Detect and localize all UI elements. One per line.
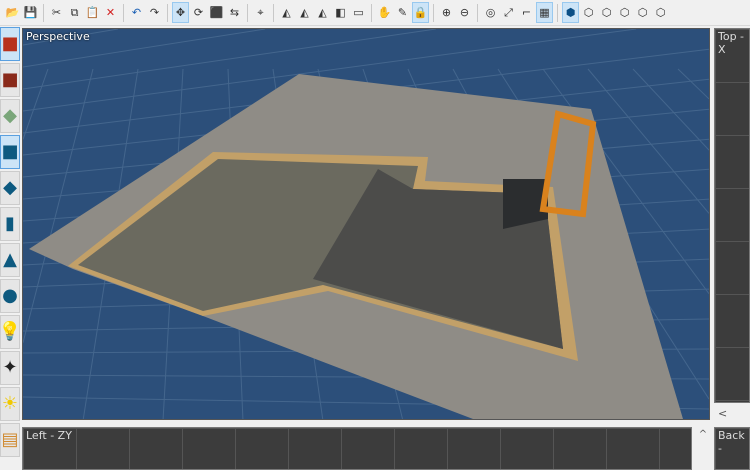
- view-front-icon[interactable]: ⬡: [598, 2, 615, 23]
- viewport-label-left: Left - ZY: [26, 429, 72, 442]
- rotate-icon[interactable]: ⟳: [190, 2, 207, 23]
- scroll-up-button[interactable]: ^: [694, 427, 712, 470]
- perspective-viewport[interactable]: Perspective: [22, 28, 710, 420]
- toolbar-separator: [273, 3, 274, 22]
- sidebar-button[interactable]: ◆: [0, 99, 20, 133]
- text-icon[interactable]: ⌐: [518, 2, 535, 23]
- scroll-left-button[interactable]: <: [714, 404, 750, 424]
- maximize-icon[interactable]: ⤢: [500, 2, 517, 23]
- snap-icon[interactable]: ⌖: [252, 2, 269, 23]
- back-viewport[interactable]: Back -: [714, 427, 750, 470]
- zoom-out-icon[interactable]: ⊖: [456, 2, 473, 23]
- align-3-icon[interactable]: ◭: [314, 2, 331, 23]
- sidebar-button[interactable]: ▲: [0, 243, 20, 277]
- delete-icon[interactable]: ✕: [102, 2, 119, 23]
- main-toolbar: 📂 💾 ✂ ⧉ 📋 ✕ ↶ ↷ ✥ ⟳ ⬛ ⇆ ⌖ ◭ ◭ ◭ ◧ ▭ ✋ ✎ 🔒 ⊕ ⊖ ◎ ⤢ ⌐ ▦ ⬢ ⬡ ⬡ ⬡ ⬡ ⬡: [0, 0, 750, 26]
- swap-icon[interactable]: ⇆: [226, 2, 243, 23]
- toolbar-separator: [371, 3, 372, 22]
- wedge-icon: ◆: [3, 177, 17, 198]
- top-viewport[interactable]: Top - X: [714, 28, 750, 403]
- save-icon[interactable]: 💾: [22, 2, 39, 23]
- toolbar-separator: [247, 3, 248, 22]
- primitive-sidebar: ■ ■ ◆ ■ ◆ ▮ ▲ ● 💡 ✦ ☀ ▤: [0, 27, 20, 470]
- align-1-icon[interactable]: ◭: [278, 2, 295, 23]
- toolbar-separator: [433, 3, 434, 22]
- grid-line: [23, 68, 49, 140]
- sidebar-button[interactable]: ■: [0, 63, 20, 97]
- toolbar-separator: [557, 3, 558, 22]
- toolbar-separator: [43, 3, 44, 22]
- sidebar-button[interactable]: ✦: [0, 351, 20, 385]
- eyedropper-icon[interactable]: ✎: [394, 2, 411, 23]
- move-icon[interactable]: ✥: [172, 2, 189, 23]
- redo-icon[interactable]: ↷: [146, 2, 163, 23]
- open-icon[interactable]: 📂: [4, 2, 21, 23]
- crate-icon: ▤: [1, 429, 19, 450]
- frame-icon[interactable]: ▭: [350, 2, 367, 23]
- view-right-icon[interactable]: ⬡: [652, 2, 669, 23]
- focus-icon[interactable]: ◎: [482, 2, 499, 23]
- toolbar-separator: [167, 3, 168, 22]
- viewport-label-back: Back -: [718, 429, 745, 455]
- copy-icon[interactable]: ⧉: [66, 2, 83, 23]
- sidebar-button[interactable]: ▮: [0, 207, 20, 241]
- sphere-icon: ●: [2, 285, 18, 306]
- cone-icon: ▲: [3, 249, 17, 270]
- undo-icon[interactable]: ↶: [128, 2, 145, 23]
- scene-render: [23, 29, 709, 419]
- light-bulb-icon: 💡: [1, 322, 19, 342]
- dark-cube-icon: ■: [1, 69, 19, 90]
- scale-icon[interactable]: ⬛: [208, 2, 225, 23]
- sun-icon: ☀: [1, 393, 19, 414]
- view-back-icon[interactable]: ⬡: [634, 2, 651, 23]
- cut-icon[interactable]: ✂: [48, 2, 65, 23]
- viewport-label-perspective: Perspective: [26, 30, 90, 43]
- cylinder-icon: ▮: [5, 213, 15, 234]
- grid-icon[interactable]: ▦: [536, 2, 553, 23]
- red-cube-icon: ■: [1, 33, 19, 54]
- sidebar-button[interactable]: ▤: [0, 423, 20, 457]
- box-icon: ■: [1, 141, 19, 162]
- spotlight-icon: ✦: [2, 357, 18, 378]
- viewport-label-top: Top - X: [718, 30, 745, 56]
- bring-front-icon[interactable]: ◧: [332, 2, 349, 23]
- left-viewport[interactable]: Left - ZY: [22, 427, 692, 470]
- zoom-in-icon[interactable]: ⊕: [438, 2, 455, 23]
- grid-line: [677, 68, 709, 100]
- lock-icon[interactable]: 🔒: [412, 2, 429, 23]
- view-left-icon[interactable]: ⬡: [616, 2, 633, 23]
- sidebar-button[interactable]: 💡: [0, 315, 20, 349]
- sidebar-button[interactable]: ☀: [0, 387, 20, 421]
- sidebar-button[interactable]: ■: [0, 27, 20, 61]
- grid-line: [632, 68, 709, 151]
- toolbar-separator: [477, 3, 478, 22]
- sidebar-button[interactable]: ◆: [0, 171, 20, 205]
- view-persp-icon[interactable]: ⬢: [562, 2, 579, 23]
- sidebar-button[interactable]: ■: [0, 135, 20, 169]
- view-top-icon[interactable]: ⬡: [580, 2, 597, 23]
- paste-icon[interactable]: 📋: [84, 2, 101, 23]
- hand-icon[interactable]: ✋: [376, 2, 393, 23]
- align-2-icon[interactable]: ◭: [296, 2, 313, 23]
- sidebar-button[interactable]: ●: [0, 279, 20, 313]
- toolbar-separator: [123, 3, 124, 22]
- terrain-icon: ◆: [3, 105, 17, 126]
